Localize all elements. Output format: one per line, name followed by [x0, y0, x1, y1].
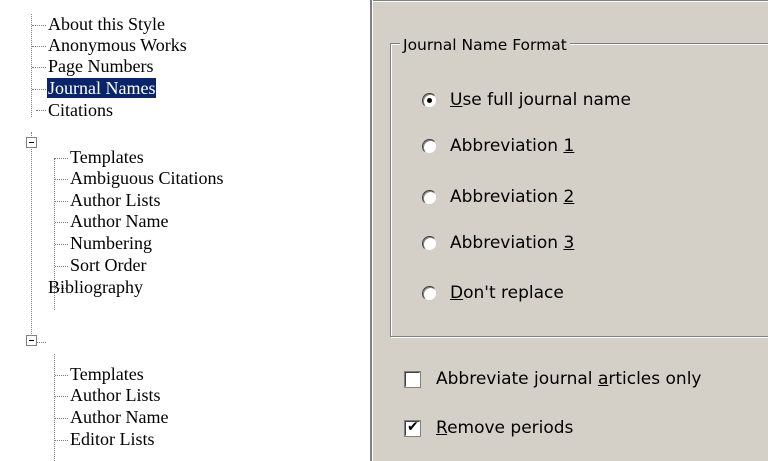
settings-panel-top-edge: [373, 0, 768, 11]
tree-connector: [31, 14, 32, 117]
tree-item-ambiguous-citations[interactable]: Ambiguous Citations: [70, 168, 224, 189]
tree-item-about-this-style[interactable]: About this Style: [48, 14, 165, 35]
checkbox[interactable]: [404, 370, 421, 388]
checkbox-remove-periods[interactable]: Remove periods: [404, 418, 573, 438]
style-tree-panel[interactable]: About this Style Anonymous Works Page Nu…: [0, 0, 370, 461]
tree-item-label: Author Lists: [70, 190, 161, 210]
tree-connector: [55, 201, 68, 202]
tree-item-anonymous-works[interactable]: Anonymous Works: [48, 35, 187, 56]
tree-item-sort-order[interactable]: Sort Order: [70, 255, 146, 276]
radio-label: Abbreviation 2: [450, 187, 575, 207]
tree-connector: [55, 418, 68, 419]
tree-connector: [32, 25, 46, 26]
tree-item-editor-lists[interactable]: Editor Lists: [70, 429, 155, 450]
tree-item-citations-author-lists[interactable]: Author Lists: [70, 190, 161, 211]
tree-item-citations-templates[interactable]: Templates: [70, 147, 144, 168]
tree-connector: [36, 110, 46, 111]
tree-item-bibliography-author-lists[interactable]: Author Lists: [70, 385, 161, 406]
tree-connector: [55, 222, 68, 223]
tree-item-label: Anonymous Works: [48, 35, 187, 55]
tree-item-label: Templates: [70, 364, 144, 384]
tree-item-label: Journal Names: [47, 78, 157, 98]
tree-connector: [55, 440, 68, 441]
checkbox-label: Remove periods: [436, 418, 574, 438]
radio-button[interactable]: [422, 235, 437, 251]
radio-label: Use full journal name: [450, 90, 631, 110]
tree-item-label: Author Lists: [70, 385, 161, 405]
tree-item-label: Numbering: [70, 233, 152, 253]
tree-connector: [54, 354, 55, 461]
tree-item-label: Author Name: [70, 407, 169, 427]
tree-item-label: Bibliography: [48, 277, 143, 297]
radio-label: Abbreviation 3: [450, 233, 575, 253]
tree-item-journal-names[interactable]: Journal Names: [47, 78, 157, 99]
tree-connector: [32, 46, 46, 47]
radio-abbreviation-2[interactable]: Abbreviation 2: [422, 187, 574, 207]
radio-label: Abbreviation 1: [450, 136, 575, 156]
tree-item-label: Sort Order: [70, 255, 147, 275]
tree-connector: [55, 158, 68, 159]
tree-item-bibliography[interactable]: Bibliography: [48, 277, 143, 298]
tree-item-label: Author Name: [70, 211, 169, 231]
radio-abbreviation-3[interactable]: Abbreviation 3: [422, 233, 574, 253]
radio-dont-replace[interactable]: Don't replace: [422, 283, 564, 303]
tree-item-label: Ambiguous Citations: [70, 168, 224, 188]
radio-button[interactable]: [422, 138, 437, 154]
tree-item-label: Page Numbers: [48, 56, 154, 76]
radio-label: Don't replace: [450, 283, 564, 303]
tree-item-bibliography-author-name[interactable]: Author Name: [70, 407, 168, 428]
tree-connector: [55, 396, 68, 397]
tree-item-page-numbers[interactable]: Page Numbers: [48, 56, 153, 77]
radio-use-full-journal-name[interactable]: Use full journal name: [422, 90, 631, 110]
checkbox-checked[interactable]: [404, 419, 421, 437]
checkbox-label: Abbreviate journal articles only: [436, 369, 702, 389]
tree-item-citations[interactable]: Citations: [48, 100, 113, 121]
tree-item-citations-author-name[interactable]: Author Name: [70, 211, 168, 232]
journal-name-format-title: Journal Name Format: [400, 36, 570, 54]
radio-button[interactable]: [422, 285, 437, 301]
radio-abbreviation-1[interactable]: Abbreviation 1: [422, 136, 574, 156]
tree-item-bibliography-templates[interactable]: Templates: [70, 364, 144, 385]
tree-item-label: Templates: [70, 147, 144, 167]
tree-item-label: About this Style: [48, 14, 166, 34]
tree-item-label: Citations: [48, 100, 114, 120]
collapse-citations-icon[interactable]: [26, 137, 37, 148]
tree-connector: [55, 375, 68, 376]
tree-item-numbering[interactable]: Numbering: [70, 233, 152, 254]
tree-connector: [55, 179, 68, 180]
tree-connector: [36, 342, 46, 343]
tree-connector: [32, 67, 46, 68]
collapse-bibliography-icon[interactable]: [26, 335, 37, 346]
radio-button-selected[interactable]: [422, 92, 437, 108]
tree-item-label: Editor Lists: [70, 429, 155, 449]
tree-connector: [32, 89, 46, 90]
checkbox-abbreviate-journal-articles-only[interactable]: Abbreviate journal articles only: [404, 369, 702, 389]
radio-button[interactable]: [422, 189, 437, 205]
tree-connector: [55, 266, 68, 267]
tree-connector: [55, 244, 68, 245]
tree-connector: [31, 132, 32, 342]
